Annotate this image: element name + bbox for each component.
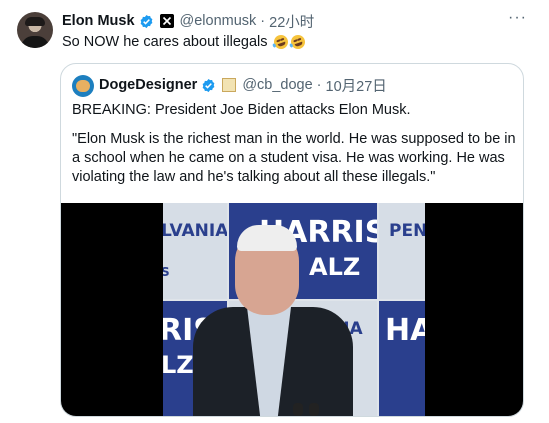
quoted-header: DogeDesigner @cb_doge · 10月27日 [99,75,387,96]
avatar-coat [21,36,49,48]
tweet-text-content: So NOW he cares about illegals [62,34,268,50]
campaign-sign: HA [379,301,425,416]
quoted-author-name[interactable]: DogeDesigner [99,77,197,93]
video-player[interactable]: LVANIA S HARRIS ALZ PEN RIS LZ NIA HA [61,203,523,416]
verified-badge-icon [140,14,152,28]
tweet-text: So NOW he cares about illegals [62,33,307,51]
campaign-sign: PEN [379,203,425,299]
quoted-tweet-card[interactable]: DogeDesigner @cb_doge · 10月27日 BREAKING:… [60,63,524,417]
sign-text: S [163,265,170,279]
quoted-avatar[interactable] [72,75,94,97]
timestamp[interactable]: 22小时 [269,11,314,32]
sign-text: HA [385,313,425,348]
author-name[interactable]: Elon Musk [62,13,135,29]
quoted-date[interactable]: 10月27日 [326,75,387,96]
laughing-emoji-icon [271,33,290,51]
speaker-hair [237,225,297,251]
tweet-header: Elon Musk @elonmusk · 22小时 [62,11,314,31]
quoted-quote: "Elon Musk is the richest man in the wor… [72,131,516,185]
separator-dot: · [260,13,266,29]
more-horizontal-icon[interactable]: ··· [508,9,527,27]
affiliate-badge-icon [222,78,237,92]
verified-badge-icon [202,78,215,92]
microphone-icon [309,403,319,416]
video-frame: LVANIA S HARRIS ALZ PEN RIS LZ NIA HA [163,203,425,416]
separator-dot: · [316,77,322,93]
quoted-handle[interactable]: @cb_doge [242,77,312,93]
laughing-emoji-icon [288,33,307,51]
quoted-text: BREAKING: President Joe Biden attacks El… [72,101,518,197]
avatar-hair [25,17,45,26]
author-handle[interactable]: @elonmusk [180,13,257,29]
quoted-headline: BREAKING: President Joe Biden attacks El… [72,102,411,118]
avatar[interactable] [17,12,53,48]
campaign-sign: LVANIA S [163,203,227,299]
sign-text: PEN [389,221,425,241]
microphone-icon [293,403,303,416]
sign-text: ALZ [309,253,361,281]
sign-text: LZ [163,351,194,379]
x-logo-icon [159,14,174,28]
sign-text: LVANIA [163,221,227,241]
